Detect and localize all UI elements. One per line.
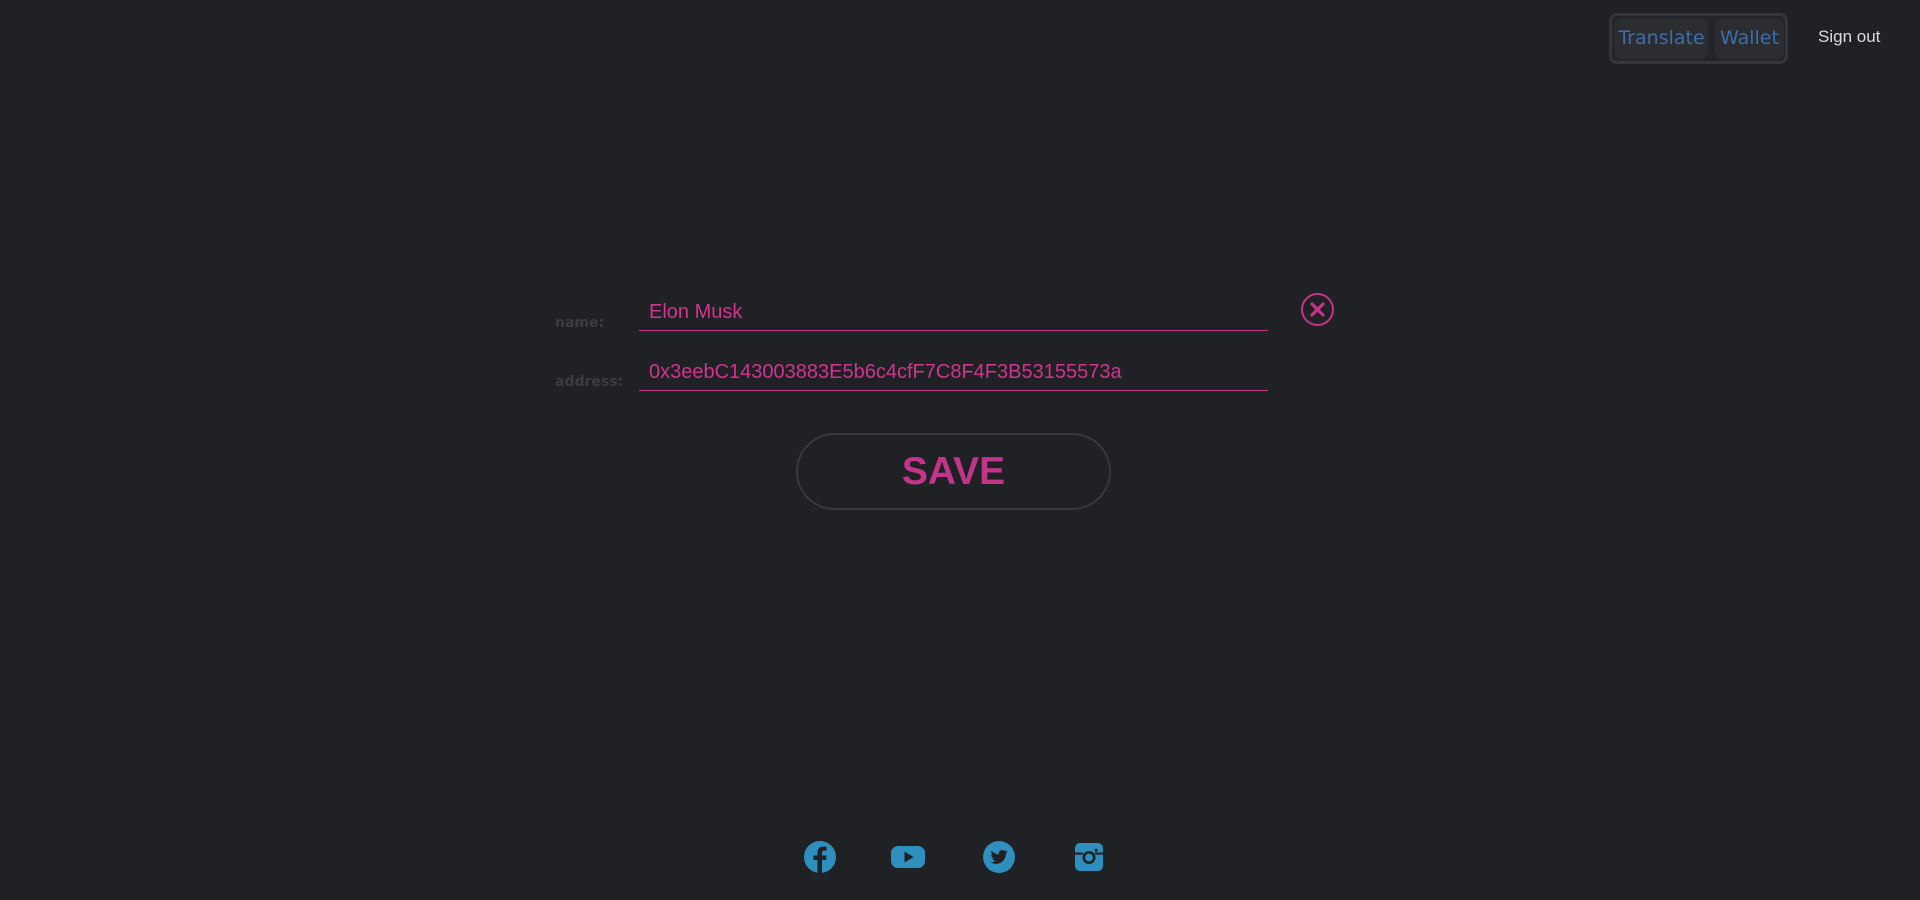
- instagram-icon[interactable]: [1072, 840, 1106, 874]
- translate-button[interactable]: Translate: [1615, 18, 1708, 59]
- address-label: address:: [555, 374, 624, 390]
- nav-group: Translate Wallet: [1609, 13, 1788, 64]
- name-label: name:: [555, 315, 605, 331]
- youtube-icon[interactable]: [891, 840, 925, 874]
- close-icon: [1310, 302, 1325, 317]
- save-button[interactable]: SAVE: [796, 433, 1111, 510]
- twitter-icon[interactable]: [982, 840, 1016, 874]
- facebook-icon[interactable]: [803, 840, 837, 874]
- address-input[interactable]: [639, 348, 1268, 391]
- name-input[interactable]: [639, 288, 1268, 331]
- sign-out-link[interactable]: Sign out: [1818, 27, 1880, 47]
- close-button[interactable]: [1301, 293, 1334, 326]
- wallet-button[interactable]: Wallet: [1715, 18, 1784, 59]
- top-bar: Translate Wallet Sign out: [0, 13, 1920, 65]
